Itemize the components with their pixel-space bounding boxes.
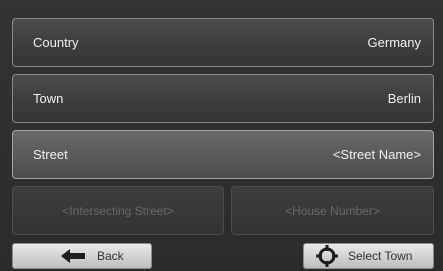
- intersecting-street-placeholder: <Intersecting Street>: [62, 203, 174, 218]
- back-button[interactable]: Back: [12, 243, 152, 269]
- select-town-button[interactable]: Select Town: [303, 243, 434, 269]
- address-entry-screen: Country Germany Town Berlin Street <Stre…: [0, 0, 443, 271]
- intersecting-street-field[interactable]: <Intersecting Street>: [12, 186, 224, 235]
- select-town-label: Select Town: [348, 249, 413, 263]
- crosshair-icon: [316, 245, 338, 267]
- street-field[interactable]: Street <Street Name>: [12, 130, 434, 179]
- arrow-left-icon: [61, 249, 87, 263]
- street-label: Street: [33, 147, 68, 162]
- town-field[interactable]: Town Berlin: [12, 74, 434, 123]
- town-label: Town: [33, 91, 64, 106]
- town-value: Berlin: [387, 91, 421, 106]
- country-value: Germany: [367, 35, 421, 50]
- house-number-field[interactable]: <House Number>: [231, 186, 434, 235]
- country-label: Country: [33, 35, 79, 50]
- street-value: <Street Name>: [332, 147, 421, 162]
- house-number-placeholder: <House Number>: [285, 203, 380, 218]
- country-field[interactable]: Country Germany: [12, 18, 434, 67]
- back-label: Back: [97, 249, 124, 263]
